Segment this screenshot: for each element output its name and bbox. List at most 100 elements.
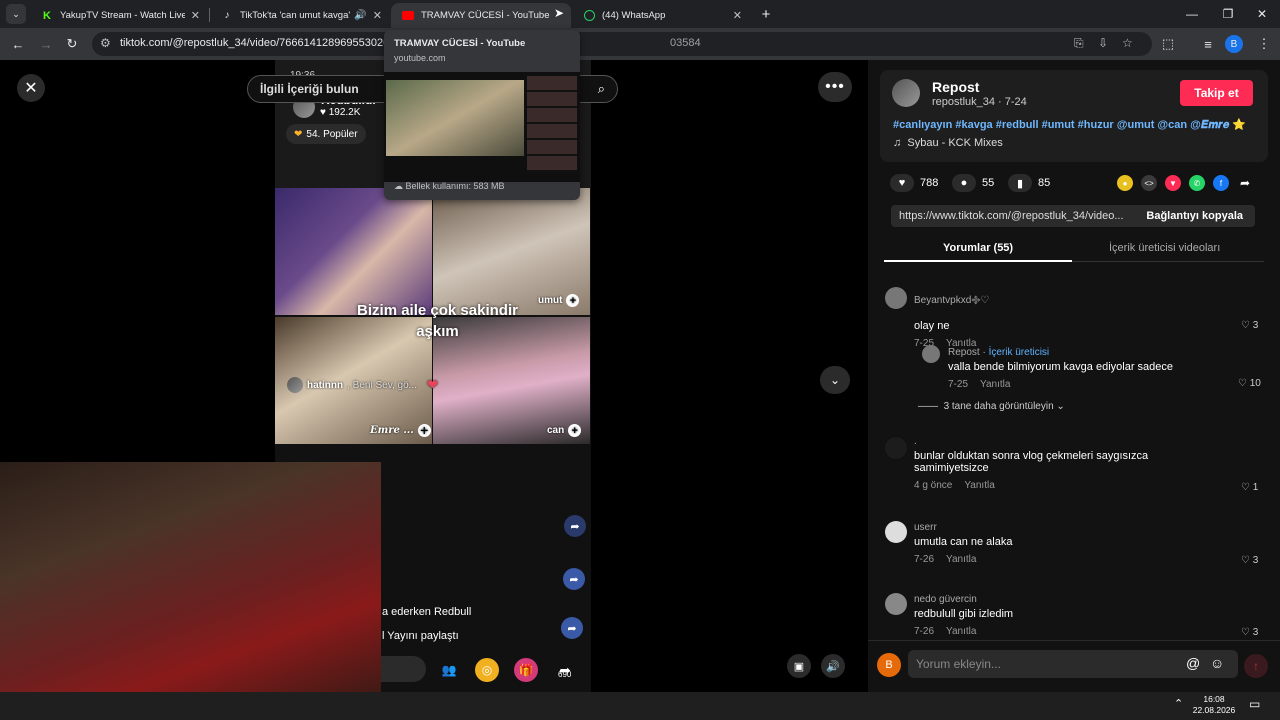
comment-like-button[interactable]: ♡ 10 xyxy=(1238,378,1261,389)
new-tab-button[interactable]: + xyxy=(748,0,784,28)
install-icon[interactable]: ⇩ xyxy=(1098,36,1108,50)
close-tab-icon[interactable]: ✕ xyxy=(733,9,742,22)
share-icon[interactable]: ➦ xyxy=(564,515,586,537)
forward-icon[interactable]: → xyxy=(36,34,56,54)
browser-tabstrip: ⌄ K YakupTV Stream - Watch Live o ✕ ♪ Ti… xyxy=(0,0,1280,28)
share-arrow-icon[interactable]: ➦ xyxy=(1237,175,1253,191)
follow-button[interactable]: Takip et xyxy=(1180,80,1253,106)
gift-coin-icon[interactable]: ◎ xyxy=(475,658,499,682)
tag-can[interactable]: can + xyxy=(547,424,582,437)
kick-icon: K xyxy=(43,9,51,22)
commenter-avatar[interactable] xyxy=(885,287,907,309)
user-avatar[interactable]: B xyxy=(877,653,901,677)
menu-icon[interactable]: ⋮ xyxy=(1254,34,1274,54)
heart-icon: ♥ xyxy=(890,174,914,192)
popular-badge[interactable]: ❤ 54. Popüler xyxy=(286,124,366,144)
plus-icon: + xyxy=(568,424,582,437)
share-icon[interactable]: ➦ xyxy=(561,617,583,639)
comment-tabs: Yorumlar (55) İçerik üreticisi videoları xyxy=(884,240,1264,262)
music-link[interactable]: ♫ Sybau - KCK Mixes xyxy=(893,137,1003,149)
tag-emre[interactable]: Emre ... + xyxy=(370,424,431,437)
comment-reply: Repost · İçerik üreticisi valla bende bi… xyxy=(948,347,1174,390)
tab-creator-videos[interactable]: İçerik üreticisi videoları xyxy=(1109,242,1220,254)
extensions-icon[interactable]: ⬚ xyxy=(1158,34,1178,54)
like-button[interactable]: ♥ 788 xyxy=(890,174,938,192)
send-icon[interactable]: ▼ xyxy=(1165,175,1181,191)
tab-yakuptv[interactable]: K YakupTV Stream - Watch Live o ✕ xyxy=(30,3,208,28)
close-window-icon[interactable]: ✕ xyxy=(1244,0,1280,28)
gift-icon[interactable]: 🎁 xyxy=(514,658,538,682)
tag-umut[interactable]: umut + xyxy=(538,294,580,307)
whatsapp-share-icon[interactable]: ✆ xyxy=(1189,175,1205,191)
picture-in-picture-icon[interactable]: ▣ xyxy=(787,654,811,678)
music-note-icon: ♫ xyxy=(893,137,902,149)
tab-search-button[interactable]: ⌄ xyxy=(6,4,26,24)
tray-chevron-icon[interactable]: ⌃ xyxy=(1174,697,1183,710)
profile-avatar[interactable]: B xyxy=(1225,35,1243,53)
screen: ⌄ K YakupTV Stream - Watch Live o ✕ ♪ Ti… xyxy=(0,0,1280,720)
close-tab-icon[interactable]: ✕ xyxy=(373,9,382,22)
tab-whatsapp[interactable]: (44) WhatsApp ✕ xyxy=(572,3,750,28)
reload-icon[interactable]: ↻ xyxy=(62,34,82,54)
send-comment-icon[interactable]: ↑ xyxy=(1244,654,1268,678)
commenter-avatar[interactable] xyxy=(885,437,907,459)
browser-toolbar: ← → ↻ ⚙ tiktok.com/@repostluk_34/video/7… xyxy=(0,28,1280,60)
reply-button[interactable]: Yanıtla xyxy=(964,480,994,491)
emoji-icon[interactable]: ☺ xyxy=(1210,655,1224,671)
close-tab-icon[interactable]: ✕ xyxy=(191,9,200,22)
save-button[interactable]: ▮ 85 xyxy=(1008,174,1050,192)
bookmark-star-icon[interactable]: ☆ xyxy=(1122,36,1133,50)
memory-usage: ☁ Bellek kullanımı: 583 MB xyxy=(394,181,505,191)
commenter-avatar[interactable] xyxy=(922,345,940,363)
comment-button[interactable]: ● 55 xyxy=(952,174,994,192)
restore-icon[interactable]: ❐ xyxy=(1210,0,1246,28)
media-controls-icon[interactable]: ≡ xyxy=(1198,34,1218,54)
author-name[interactable]: Repost xyxy=(932,79,979,95)
comment-like-button[interactable]: ♡ 3 xyxy=(1241,320,1258,331)
view-more-replies[interactable]: —— 3 tane daha görüntüleyin ⌄ xyxy=(918,401,1065,412)
comment-like-button[interactable]: ♡ 3 xyxy=(1241,627,1258,638)
address-bar[interactable]: ⚙ tiktok.com/@repostluk_34/video/7666141… xyxy=(92,32,1152,56)
mention-icon[interactable]: @ xyxy=(1186,655,1200,671)
flame-icon: ❤ xyxy=(294,128,303,140)
comment-input[interactable]: Yorum ekleyin... @ ☺ xyxy=(908,650,1238,678)
facebook-icon[interactable]: f xyxy=(1213,175,1229,191)
comment-like-button[interactable]: ♡ 1 xyxy=(1241,482,1258,493)
commenter-avatar[interactable] xyxy=(885,521,907,543)
commenter-avatar[interactable] xyxy=(885,593,907,615)
share-count: 690 xyxy=(558,670,572,679)
post-hashtags[interactable]: #canlıyayın #kavga #redbull #umut #huzur… xyxy=(893,118,1246,132)
reply-button[interactable]: Yanıtla xyxy=(946,554,976,565)
copy-link-button[interactable]: Bağlantıyı kopyala xyxy=(1146,210,1243,222)
chat-input[interactable] xyxy=(381,656,426,682)
embed-icon[interactable]: <> xyxy=(1141,175,1157,191)
guests-icon[interactable]: 👥 xyxy=(437,658,461,682)
coin-icon[interactable]: ● xyxy=(1117,175,1133,191)
tab-tiktok[interactable]: ♪ TikTok'ta 'can umut kavga' 🔊 ✕ xyxy=(210,3,390,28)
bookmark-icon: ▮ xyxy=(1008,174,1032,192)
translate-icon[interactable]: ⎘ xyxy=(1074,36,1084,51)
more-options-button[interactable]: ••• xyxy=(818,72,852,102)
site-info-icon[interactable]: ⚙ xyxy=(100,36,111,50)
notifications-icon[interactable]: ▭ xyxy=(1249,697,1260,711)
volume-icon[interactable]: 🔊 xyxy=(821,654,845,678)
author-avatar[interactable] xyxy=(892,79,920,107)
comment-item: Beyantvpkxd࿇♡ olay ne 7-25 Yanıtla xyxy=(914,295,990,349)
back-icon[interactable]: ← xyxy=(8,34,28,54)
comment-like-button[interactable]: ♡ 3 xyxy=(1241,555,1258,566)
tab-youtube[interactable]: TRAMVAY CÜCESİ - YouTube xyxy=(391,3,571,28)
tag-hatinnn[interactable]: hatinnn, Beni Sev, gö... ❤ xyxy=(287,377,438,393)
chat-message: a ederken Redbull xyxy=(382,606,472,618)
tab-hover-card: TRAMVAY CÜCESİ - YouTube youtube.com ☁ B… xyxy=(384,30,580,200)
close-video-button[interactable]: ✕ xyxy=(17,74,45,102)
next-video-button[interactable]: ⌄ xyxy=(820,366,850,394)
search-icon[interactable]: ⌕ xyxy=(598,81,605,97)
reply-button[interactable]: Yanıtla xyxy=(946,626,976,637)
tab-comments[interactable]: Yorumlar (55) xyxy=(943,242,1013,254)
audio-playing-icon[interactable]: 🔊 xyxy=(354,10,366,21)
reply-button[interactable]: Yanıtla xyxy=(980,379,1010,390)
minimize-icon[interactable]: — xyxy=(1174,0,1210,28)
share-icon[interactable]: ➦ xyxy=(563,568,585,590)
system-clock[interactable]: 16:08 22.08.2026 xyxy=(1190,694,1238,716)
heart-icon: ♥ xyxy=(320,107,326,118)
